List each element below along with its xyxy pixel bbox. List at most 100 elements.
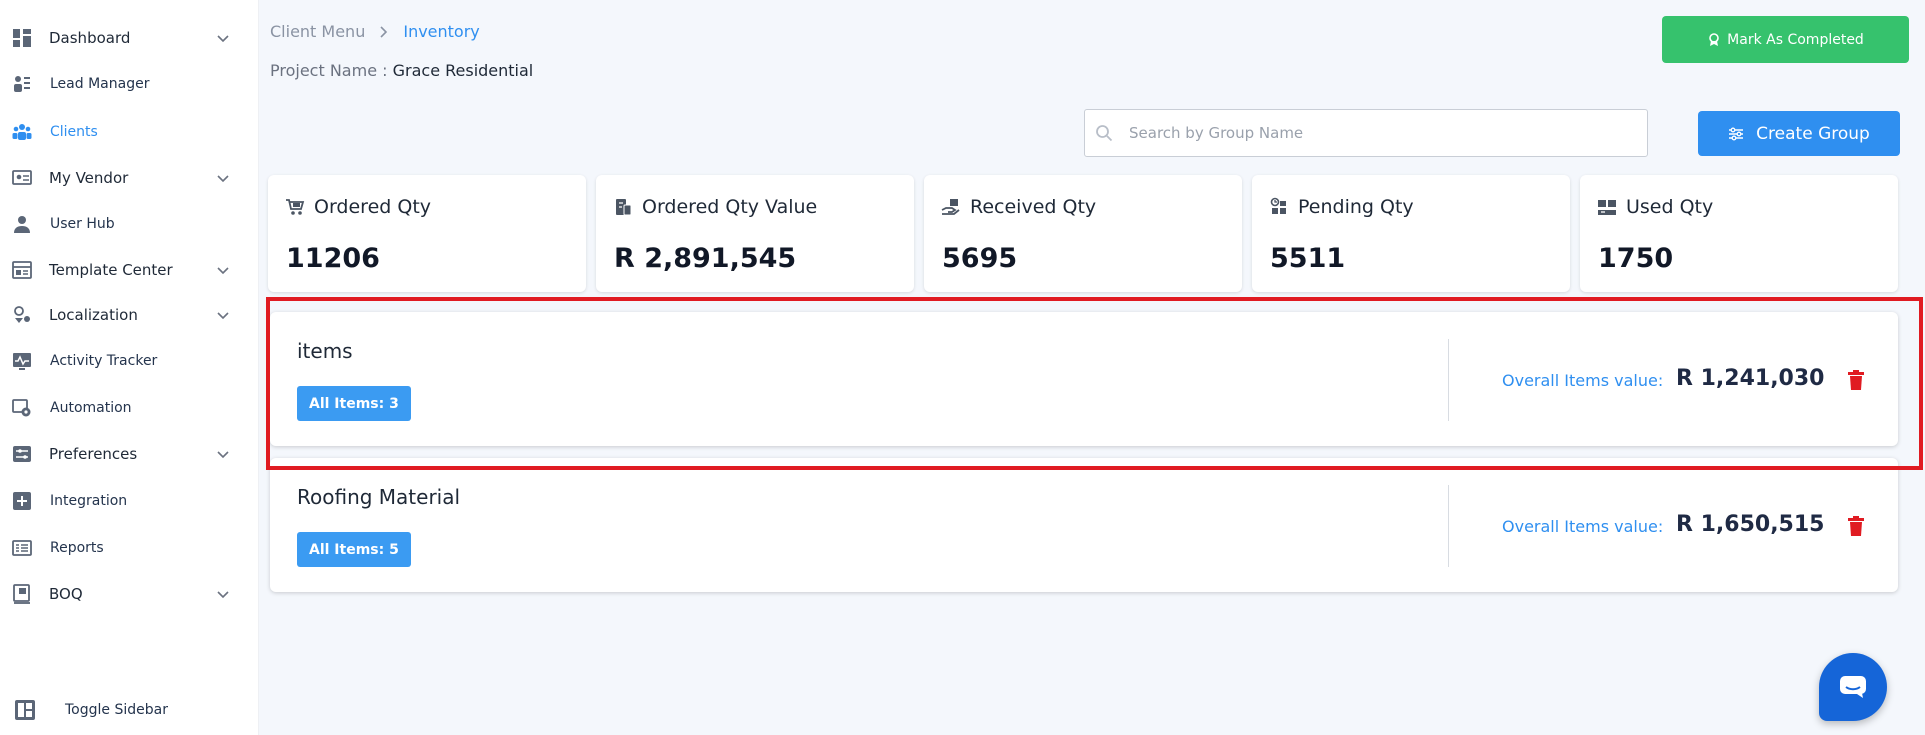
user-icon [12, 214, 32, 234]
used-icon [1598, 200, 1616, 215]
sidebar-item-label: Integration [50, 493, 128, 509]
stat-value: 5511 [1270, 243, 1346, 274]
money-icon [616, 199, 632, 216]
chevron-down-icon[interactable] [215, 446, 231, 462]
sidebar-item-label: Preferences [49, 445, 138, 463]
stat-value: 1750 [1598, 243, 1674, 274]
divider [1448, 339, 1449, 421]
stat-card-pending-qty: Pending Qty 5511 [1252, 175, 1570, 292]
stat-label: Used Qty [1626, 196, 1714, 218]
sidebar-item-label: Activity Tracker [50, 353, 158, 369]
sidebar-item-label: Lead Manager [50, 76, 150, 92]
hand-box-icon [941, 199, 960, 215]
search-icon [1096, 125, 1113, 142]
all-items-badge[interactable]: All Items: 5 [297, 532, 411, 567]
group-card[interactable]: Roofing Material All Items: 5 Overall It… [270, 458, 1898, 592]
stat-card-ordered-qty: Ordered Qty 11206 [268, 175, 586, 292]
sidebar-item-label: Automation [50, 400, 132, 416]
overall-items-value-label: Overall Items value: [1502, 517, 1664, 536]
stat-label: Ordered Qty [314, 196, 432, 218]
stat-label: Ordered Qty Value [642, 196, 818, 218]
all-items-badge[interactable]: All Items: 3 [297, 386, 411, 421]
search-box [1084, 109, 1648, 157]
sidebar-item-automation[interactable]: Automation [0, 388, 259, 428]
sidebar-item-template-center[interactable]: Template Center [0, 250, 259, 290]
sidebar-item-dashboard[interactable]: Dashboard [0, 18, 259, 58]
mark-as-completed-button[interactable]: Mark As Completed [1662, 16, 1909, 63]
chat-icon [1840, 676, 1866, 698]
sidebar-item-reports[interactable]: Reports [0, 528, 259, 568]
chevron-down-icon[interactable] [215, 170, 231, 186]
sidebar-toggle-icon [14, 699, 36, 721]
chat-button[interactable] [1819, 653, 1887, 721]
stat-value: 5695 [942, 243, 1018, 274]
create-group-button[interactable]: Create Group [1698, 111, 1900, 156]
localization-icon [12, 305, 32, 325]
badge-check-icon [1709, 32, 1719, 46]
stat-value: R 2,891,545 [614, 243, 797, 274]
search-input[interactable] [1129, 110, 1629, 156]
stat-value: 11206 [286, 243, 380, 274]
stat-card-received-qty: Received Qty 5695 [924, 175, 1242, 292]
chevron-right-icon [380, 25, 388, 38]
reports-icon [12, 538, 32, 558]
trash-icon[interactable] [1847, 516, 1865, 536]
vendor-icon [12, 168, 32, 188]
sidebar-item-label: Template Center [49, 261, 173, 279]
pending-icon [1270, 197, 1286, 214]
project-name: Project Name : Grace Residential [270, 61, 533, 80]
overall-items-value: R 1,650,515 [1676, 512, 1825, 537]
stat-label: Received Qty [970, 196, 1097, 218]
create-group-label: Create Group [1756, 123, 1870, 144]
sidebar-item-integration[interactable]: Integration [0, 481, 259, 521]
chevron-down-icon[interactable] [215, 30, 231, 46]
sidebar-item-label: Clients [50, 124, 98, 140]
breadcrumb: Client Menu Inventory [270, 22, 480, 41]
sidebar-item-my-vendor[interactable]: My Vendor [0, 158, 259, 198]
breadcrumb-inventory[interactable]: Inventory [403, 22, 479, 41]
breadcrumb-client-menu[interactable]: Client Menu [270, 22, 365, 41]
activity-icon [12, 351, 32, 371]
integration-icon [12, 491, 32, 511]
toggle-sidebar-button[interactable]: Toggle Sidebar [0, 690, 259, 730]
sidebar-item-clients[interactable]: Clients [0, 112, 259, 152]
sidebar-item-activity-tracker[interactable]: Activity Tracker [0, 341, 259, 381]
chevron-down-icon[interactable] [215, 586, 231, 602]
mark-as-completed-label: Mark As Completed [1727, 31, 1864, 48]
overall-items-value: R 1,241,030 [1676, 366, 1825, 391]
overall-items-value-label: Overall Items value: [1502, 371, 1664, 390]
lead-manager-icon [12, 74, 32, 94]
sidebar-item-label: Localization [49, 306, 138, 324]
dashboard-icon [12, 28, 32, 48]
sidebar-item-localization[interactable]: Localization [0, 295, 259, 335]
template-icon [12, 260, 32, 280]
sidebar: Dashboard Lead Manager Clients My Vendor… [0, 0, 259, 735]
preferences-icon [12, 444, 32, 464]
sidebar-item-label: BOQ [49, 585, 83, 603]
stat-label: Pending Qty [1298, 196, 1414, 218]
divider [1448, 485, 1449, 567]
sidebar-item-preferences[interactable]: Preferences [0, 434, 259, 474]
project-name-value: Grace Residential [392, 61, 534, 80]
sidebar-item-label: Dashboard [49, 29, 131, 47]
chevron-down-icon[interactable] [215, 262, 231, 278]
clients-icon [12, 122, 32, 142]
group-name: Roofing Material [297, 485, 461, 509]
sidebar-item-lead-manager[interactable]: Lead Manager [0, 64, 259, 104]
group-name: items [297, 339, 353, 363]
sidebar-item-user-hub[interactable]: User Hub [0, 204, 259, 244]
stat-card-used-qty: Used Qty 1750 [1580, 175, 1898, 292]
boq-icon [12, 584, 32, 604]
group-card[interactable]: items All Items: 3 Overall Items value: … [270, 312, 1898, 446]
sliders-icon [1729, 127, 1744, 140]
toggle-sidebar-label: Toggle Sidebar [65, 702, 168, 718]
stat-card-ordered-qty-value: Ordered Qty Value R 2,891,545 [596, 175, 914, 292]
sidebar-item-label: User Hub [50, 216, 115, 232]
sidebar-item-boq[interactable]: BOQ [0, 574, 259, 614]
chevron-down-icon[interactable] [215, 307, 231, 323]
cart-icon [286, 199, 305, 215]
project-name-label: Project Name : [270, 61, 388, 80]
automation-icon [12, 398, 32, 418]
sidebar-item-label: My Vendor [49, 169, 129, 187]
trash-icon[interactable] [1847, 370, 1865, 390]
